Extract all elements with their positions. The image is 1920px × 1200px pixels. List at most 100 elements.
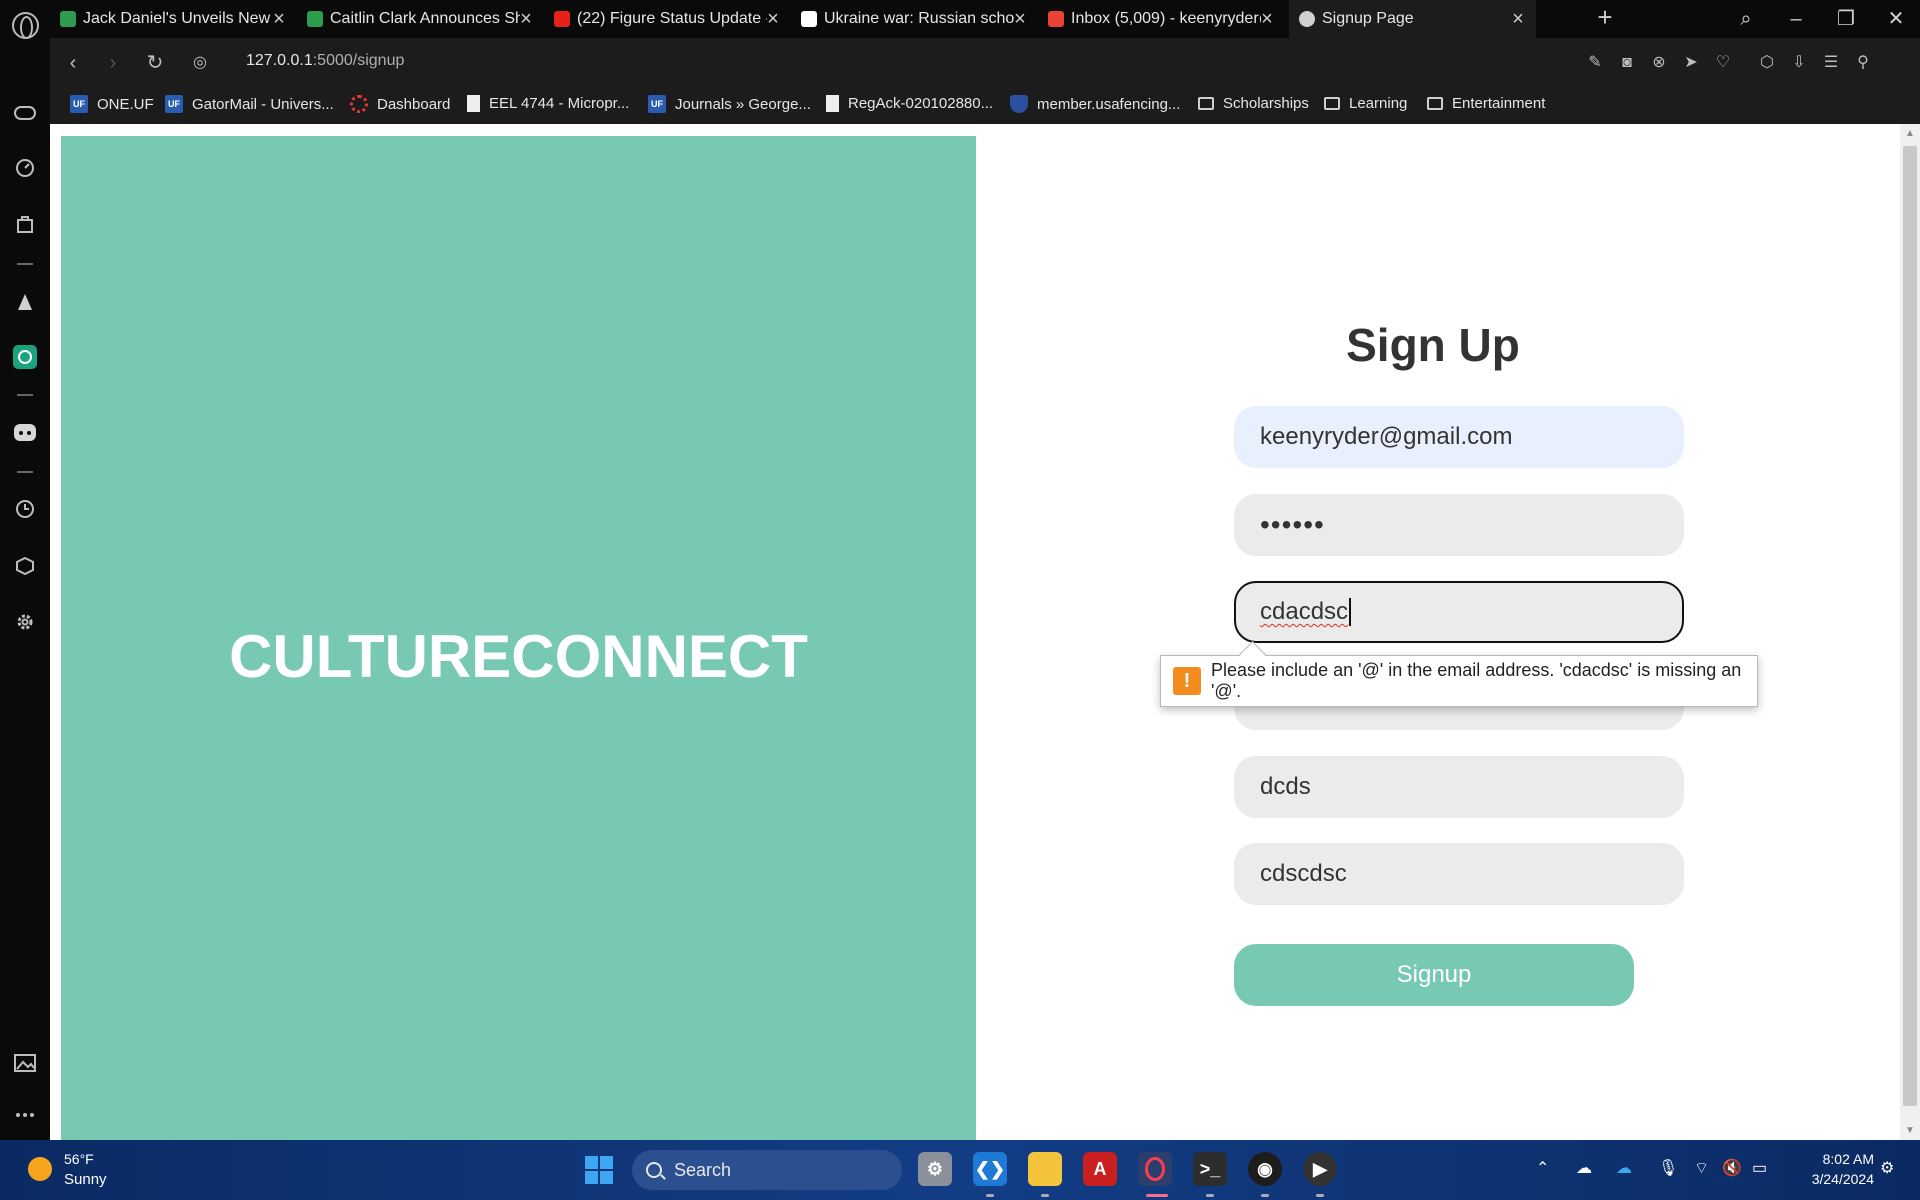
forward-icon[interactable]: ›	[100, 50, 126, 76]
download-icon[interactable]: ⇩	[1787, 51, 1811, 75]
easy-setup-icon[interactable]: ☰	[1819, 51, 1843, 75]
tab-title: Jack Daniel's Unveils New W	[83, 10, 273, 27]
site-info-icon[interactable]: ◎	[187, 50, 213, 76]
close-tab-icon[interactable]: ×	[1508, 9, 1528, 29]
opera-sidebar	[0, 0, 50, 1140]
bookmark[interactable]: member.usafencing...	[1010, 95, 1180, 113]
more-icon[interactable]	[10, 1100, 40, 1130]
tab[interactable]: Ukraine war: Russian schoo ×	[791, 0, 1038, 38]
speedometer-icon[interactable]	[10, 153, 40, 183]
text-field[interactable]: dcds	[1234, 756, 1684, 818]
close-tab-icon[interactable]: ×	[269, 9, 289, 29]
signup-button[interactable]: Signup	[1234, 944, 1634, 1006]
scroll-up-icon[interactable]: ▲	[1905, 128, 1915, 139]
battery-icon[interactable]: ▭	[1752, 1158, 1767, 1178]
tab[interactable]: Jack Daniel's Unveils New W ×	[50, 0, 297, 38]
chatgpt-icon[interactable]	[10, 342, 40, 372]
bookmark[interactable]: UF GatorMail - Univers...	[165, 95, 334, 113]
scrollbar[interactable]: ▲ ▼	[1900, 124, 1920, 1140]
weather-temperature[interactable]: 56°F	[64, 1151, 94, 1167]
bookmark[interactable]: Dashboard	[350, 95, 450, 113]
tab[interactable]: Inbox (5,009) - keenyryder@ ×	[1038, 0, 1285, 38]
cube-icon[interactable]: ⬡	[1755, 51, 1779, 75]
chevron-up-icon[interactable]: ⌃	[1536, 1158, 1549, 1178]
uf-icon: UF	[648, 95, 666, 113]
terminal-icon[interactable]: >_	[1193, 1152, 1227, 1186]
clock-date[interactable]: 3/24/2024	[1794, 1171, 1874, 1187]
notification-icon[interactable]: ⚙	[1880, 1158, 1894, 1178]
tab-signup-page[interactable]: Signup Page ×	[1289, 0, 1536, 38]
close-window-button[interactable]: ✕	[1876, 4, 1916, 34]
taskbar-search[interactable]: Search	[632, 1150, 902, 1190]
file-explorer-icon[interactable]	[1028, 1152, 1062, 1186]
edit-icon[interactable]: ✎	[1583, 51, 1607, 75]
bookmark-label: Learning	[1349, 95, 1408, 112]
microphone-icon[interactable]: 🎙	[1658, 1158, 1678, 1178]
opera-logo-icon[interactable]	[12, 12, 39, 39]
canvas-icon	[350, 95, 368, 113]
settings-icon[interactable]	[10, 607, 40, 637]
bookmark[interactable]: UF Journals » George...	[648, 95, 811, 113]
bookmark-folder[interactable]: Entertainment	[1427, 95, 1545, 112]
discord-icon[interactable]	[10, 418, 40, 448]
text-field[interactable]: cdscdsc	[1234, 843, 1684, 905]
cube-icon[interactable]	[10, 551, 40, 581]
tab[interactable]: (22) Figure Status Update - ×	[544, 0, 791, 38]
back-icon[interactable]: ‹	[60, 50, 86, 76]
scrollbar-thumb[interactable]	[1903, 146, 1917, 1106]
onedrive-icon[interactable]: ☁	[1616, 1158, 1632, 1178]
bookmark-label: RegAck-020102880...	[848, 95, 994, 112]
camera-icon[interactable]: ◙	[1615, 51, 1639, 75]
aria-icon[interactable]	[10, 287, 40, 317]
brand-title: CULTURECONNECT	[229, 623, 808, 690]
vscode-icon[interactable]: ❮❯	[973, 1152, 1007, 1186]
bookmark-label: Scholarships	[1223, 95, 1309, 112]
password-field[interactable]: ••••••	[1234, 494, 1684, 556]
reload-icon[interactable]: ↻	[142, 50, 168, 76]
search-icon	[646, 1162, 662, 1178]
close-tab-icon[interactable]: ×	[763, 9, 783, 29]
mute-icon[interactable]: 🔇	[1722, 1158, 1742, 1178]
email-confirm-field[interactable]: cdacdsc	[1234, 581, 1684, 643]
profile-icon[interactable]: ⚲	[1851, 51, 1875, 75]
scroll-down-icon[interactable]: ▼	[1905, 1125, 1915, 1136]
new-tab-button[interactable]: +	[1590, 2, 1620, 33]
close-tab-icon[interactable]: ×	[1010, 9, 1030, 29]
start-button[interactable]	[585, 1156, 613, 1184]
settings-app-icon[interactable]: ⚙	[918, 1152, 952, 1186]
document-icon	[826, 95, 839, 112]
bookmark-folder[interactable]: Learning	[1324, 95, 1407, 112]
bookmark-folder[interactable]: Scholarships	[1198, 95, 1309, 112]
close-tab-icon[interactable]: ×	[516, 9, 536, 29]
text-caret	[1349, 598, 1352, 626]
image-gallery-icon[interactable]	[10, 1048, 40, 1078]
tab[interactable]: Caitlin Clark Announces Sh ×	[297, 0, 544, 38]
bag-icon[interactable]	[10, 209, 40, 239]
block-icon[interactable]: ⊗	[1647, 51, 1671, 75]
bookmark[interactable]: RegAck-020102880...	[826, 95, 993, 112]
opera-icon[interactable]	[1138, 1152, 1172, 1186]
minimize-button[interactable]: –	[1776, 4, 1816, 34]
cloud-icon[interactable]: ☁	[1576, 1158, 1592, 1178]
bookmark-label: member.usafencing...	[1037, 95, 1181, 113]
bookmark[interactable]: UF ONE.UF	[70, 95, 154, 113]
clock-time[interactable]: 8:02 AM	[1794, 1151, 1874, 1167]
url-field[interactable]: 127.0.0.1:5000/signup	[246, 52, 404, 70]
media-player-icon[interactable]: ▶	[1303, 1152, 1337, 1186]
bookmark[interactable]: EEL 4744 - Micropr...	[467, 95, 629, 112]
acrobat-icon[interactable]: A	[1083, 1152, 1117, 1186]
uf-icon: UF	[165, 95, 183, 113]
history-icon[interactable]	[10, 494, 40, 524]
send-icon[interactable]: ➤	[1679, 51, 1703, 75]
gamepad-icon[interactable]	[10, 98, 40, 128]
search-tabs-icon[interactable]: ⌕	[1726, 4, 1766, 34]
sun-icon[interactable]	[28, 1157, 52, 1181]
weather-condition[interactable]: Sunny	[64, 1171, 107, 1188]
email-field[interactable]: keenyryder@gmail.com	[1234, 406, 1684, 468]
wifi-icon[interactable]: ⌔	[1694, 1158, 1709, 1178]
obs-icon[interactable]: ◉	[1248, 1152, 1282, 1186]
heart-icon[interactable]: ♡	[1711, 51, 1735, 75]
validation-message: Please include an '@' in the email addre…	[1211, 660, 1742, 701]
close-tab-icon[interactable]: ×	[1257, 9, 1277, 29]
restore-button[interactable]: ❐	[1826, 4, 1866, 34]
